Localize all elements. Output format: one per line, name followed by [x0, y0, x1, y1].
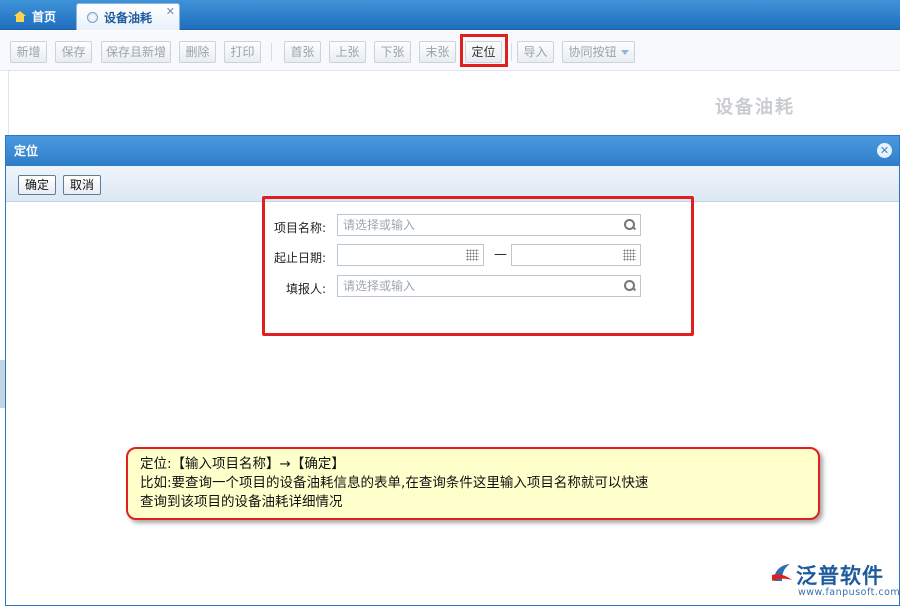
tab-active-label: 设备油耗: [104, 10, 153, 25]
next-button[interactable]: 下张: [374, 41, 411, 63]
start-date-input[interactable]: [337, 244, 484, 266]
search-icon[interactable]: [624, 280, 635, 291]
collaborate-label: 协同按钮: [568, 45, 617, 59]
callout-line-2: 比如:要查询一个项目的设备油耗信息的表单,在查询条件这里输入项目名称就可以快速: [140, 475, 649, 491]
dialog-title: 定位: [14, 144, 39, 158]
locate-highlight-box: [460, 34, 508, 67]
date-range-label: 起止日期:: [273, 251, 326, 265]
logo-name: 泛普软件: [796, 564, 884, 588]
reporter-label: 填报人:: [285, 282, 326, 296]
callout-line-1: 定位:【输入项目名称】→【确定】: [140, 456, 345, 472]
reporter-input[interactable]: 请选择或输入: [337, 275, 641, 297]
callout-line-3: 查询到该项目的设备油耗详细情况: [140, 494, 343, 510]
add-button[interactable]: 新增: [10, 41, 47, 63]
confirm-button[interactable]: 确定: [18, 175, 56, 195]
project-name-placeholder: 请选择或输入: [343, 218, 416, 232]
delete-button[interactable]: 删除: [179, 41, 216, 63]
dialog-header: 定位 ✕: [6, 136, 899, 166]
page-icon: [87, 11, 98, 23]
collaborate-button[interactable]: 协同按钮: [562, 41, 635, 63]
instruction-callout: 定位:【输入项目名称】→【确定】 比如:要查询一个项目的设备油耗信息的表单,在查…: [126, 447, 820, 520]
first-button[interactable]: 首张: [284, 41, 321, 63]
project-name-input[interactable]: 请选择或输入: [337, 214, 641, 236]
toolbar-separator: [511, 43, 512, 61]
toolbar: 新增 保存 保存且新增 删除 打印 首张 上张 下张 末张 定位 导入 协同按钮: [0, 31, 900, 71]
home-icon: [14, 11, 26, 22]
logo-url: www.fanpusoft.com: [798, 587, 900, 598]
tab-bar: 首页 设备油耗 ✕: [0, 0, 900, 30]
print-button[interactable]: 打印: [224, 41, 261, 63]
previous-button[interactable]: 上张: [329, 41, 366, 63]
project-name-label: 项目名称:: [273, 221, 326, 235]
reporter-placeholder: 请选择或输入: [343, 279, 416, 293]
close-icon[interactable]: ✕: [166, 5, 175, 18]
chevron-down-icon: [620, 50, 629, 55]
tab-home[interactable]: 首页: [4, 3, 70, 30]
tab-equipment-fuel[interactable]: 设备油耗 ✕: [76, 3, 180, 30]
brand-logo: 泛普软件 www.fanpusoft.com: [770, 558, 900, 602]
page-title: 设备油耗: [715, 97, 795, 118]
save-button[interactable]: 保存: [55, 41, 92, 63]
close-icon[interactable]: ✕: [877, 143, 892, 158]
cancel-button[interactable]: 取消: [63, 175, 101, 195]
last-button[interactable]: 末张: [419, 41, 456, 63]
calendar-icon[interactable]: [623, 249, 636, 261]
import-button[interactable]: 导入: [517, 41, 554, 63]
date-separator: —: [494, 247, 507, 262]
logo-icon: [772, 564, 792, 581]
background-page: 设备油耗: [8, 71, 900, 135]
calendar-icon[interactable]: [466, 249, 479, 261]
tab-home-label: 首页: [32, 10, 57, 24]
search-icon[interactable]: [624, 219, 635, 230]
save-and-add-button[interactable]: 保存且新增: [101, 41, 171, 63]
toolbar-separator: [271, 43, 272, 61]
end-date-input[interactable]: [511, 244, 641, 266]
